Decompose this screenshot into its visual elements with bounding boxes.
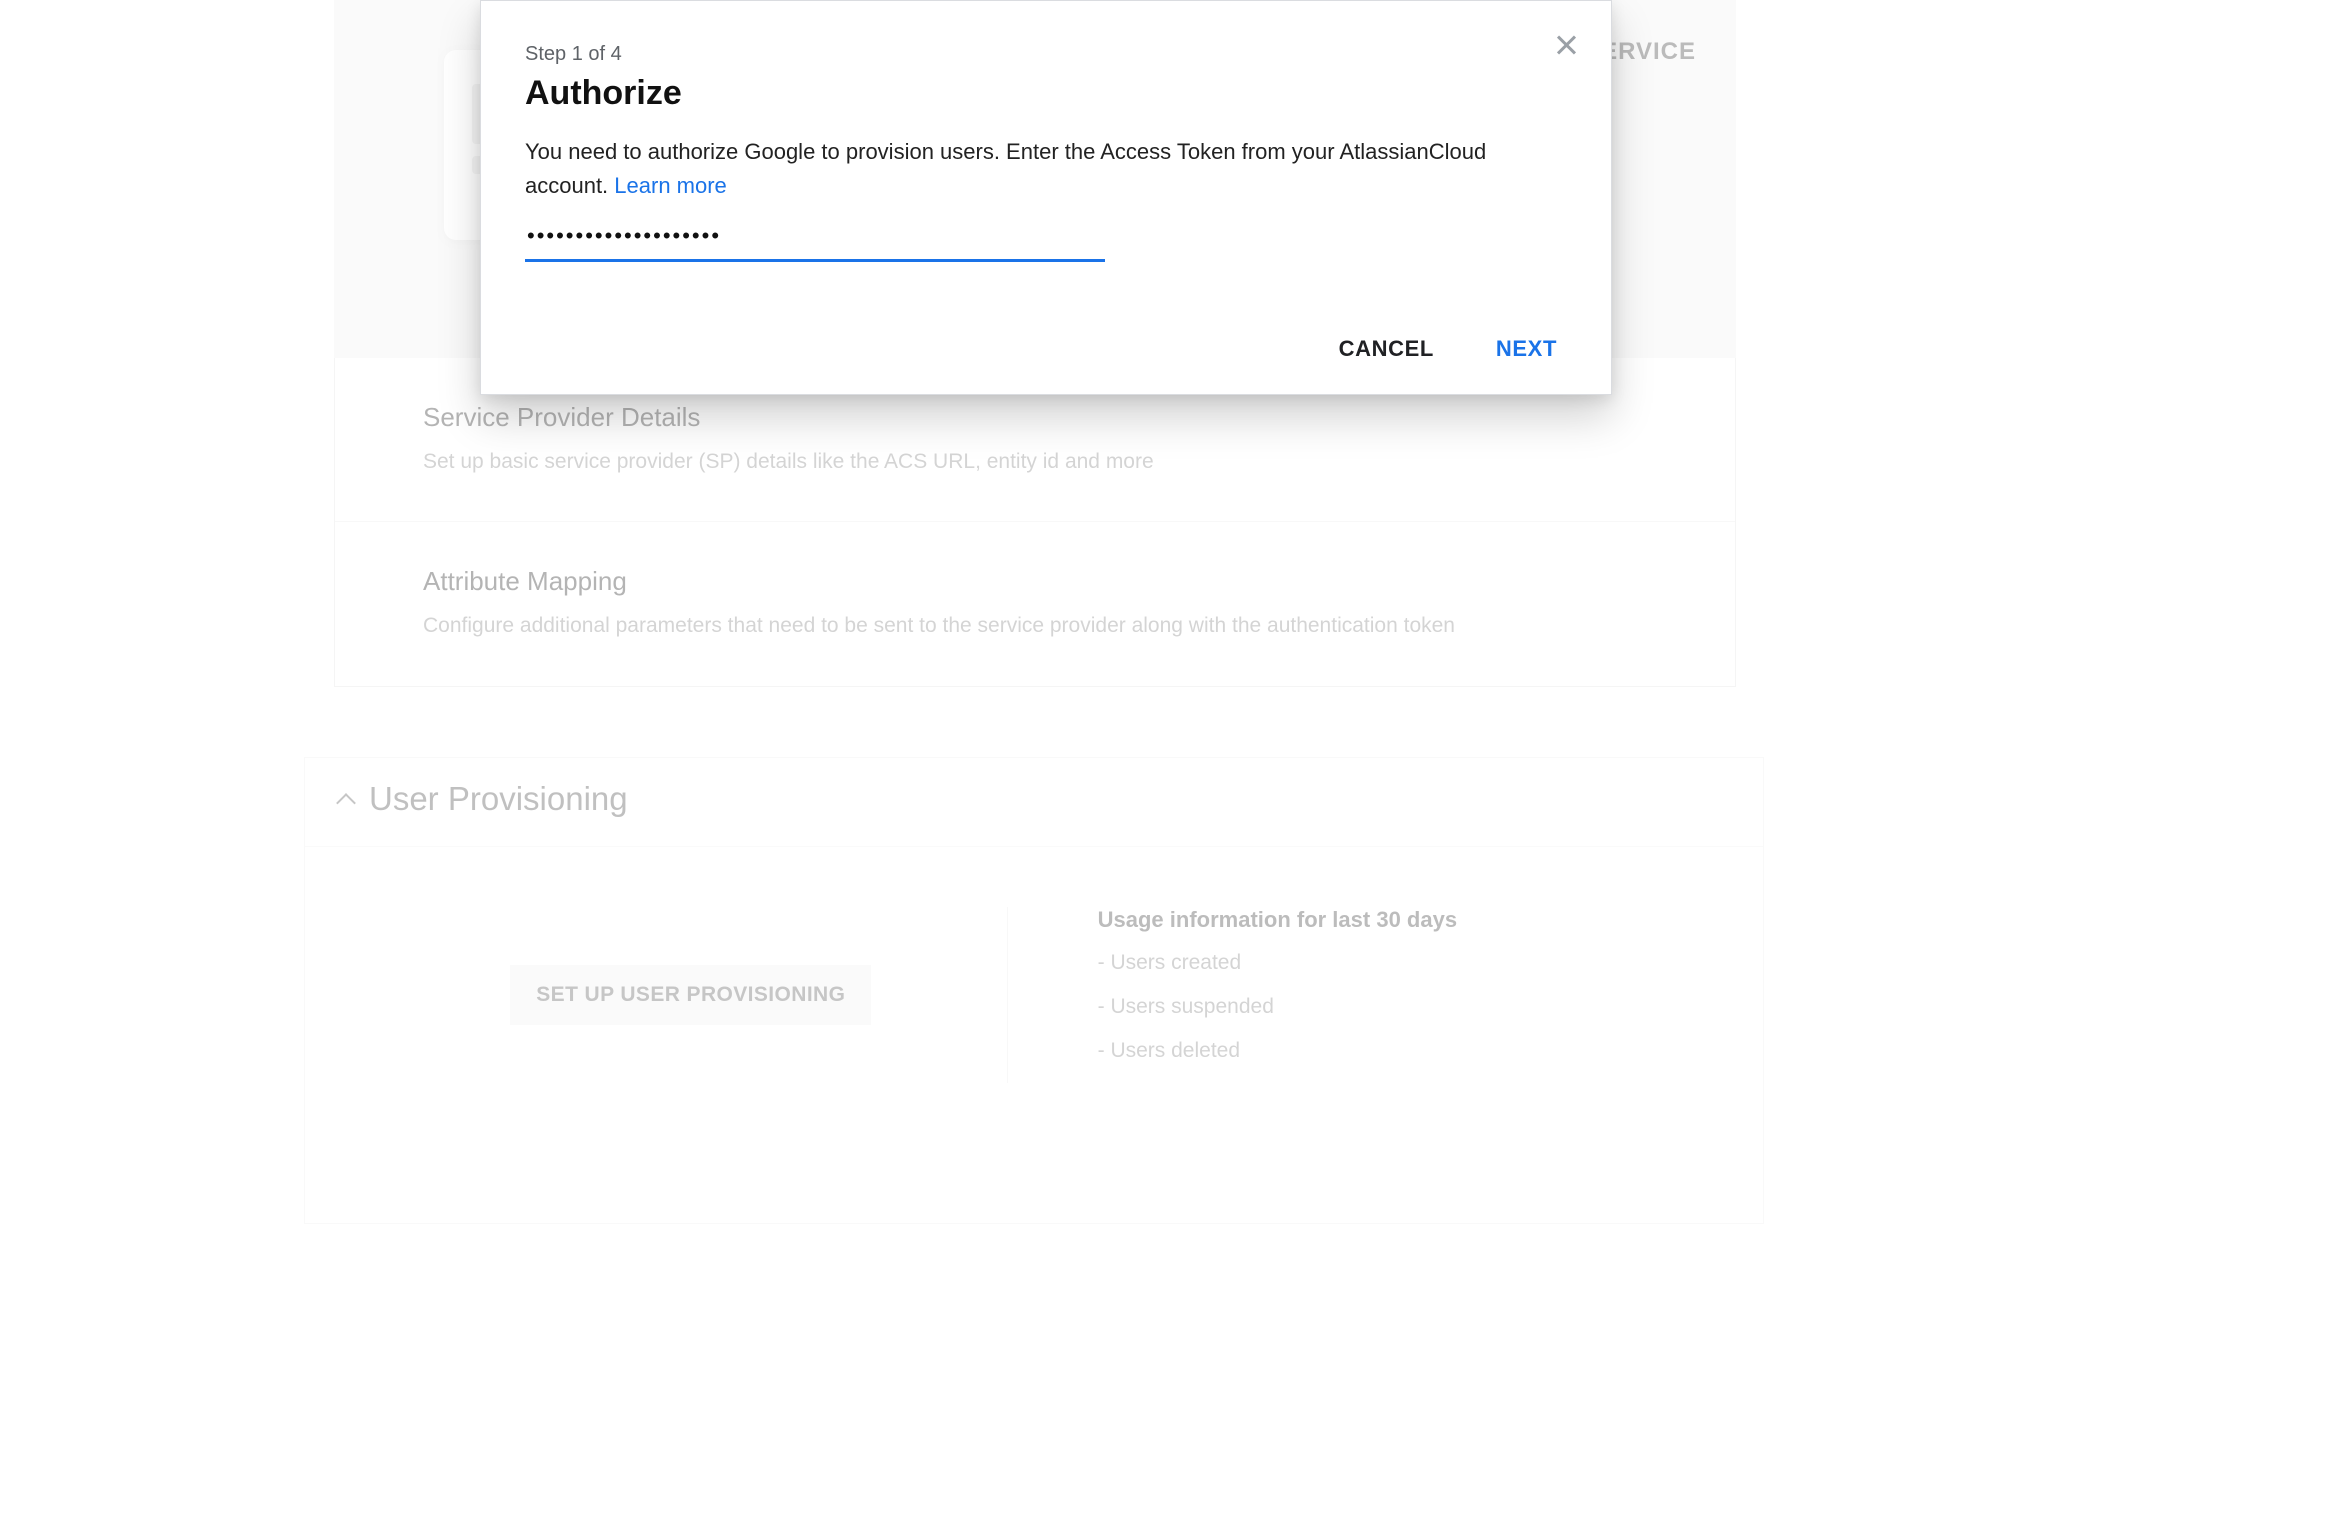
next-button[interactable]: NEXT [1492, 330, 1561, 368]
access-token-input[interactable] [525, 217, 1105, 262]
dialog-description: You need to authorize Google to provisio… [525, 135, 1567, 203]
step-label: Step 1 of 4 [525, 43, 1567, 66]
dialog-actions: CANCEL NEXT [525, 330, 1567, 368]
authorize-dialog: Step 1 of 4 Authorize You need to author… [480, 0, 1612, 395]
close-icon[interactable] [1553, 31, 1581, 59]
cancel-button[interactable]: CANCEL [1335, 330, 1438, 368]
learn-more-link[interactable]: Learn more [614, 173, 727, 198]
dialog-title: Authorize [525, 74, 1567, 113]
